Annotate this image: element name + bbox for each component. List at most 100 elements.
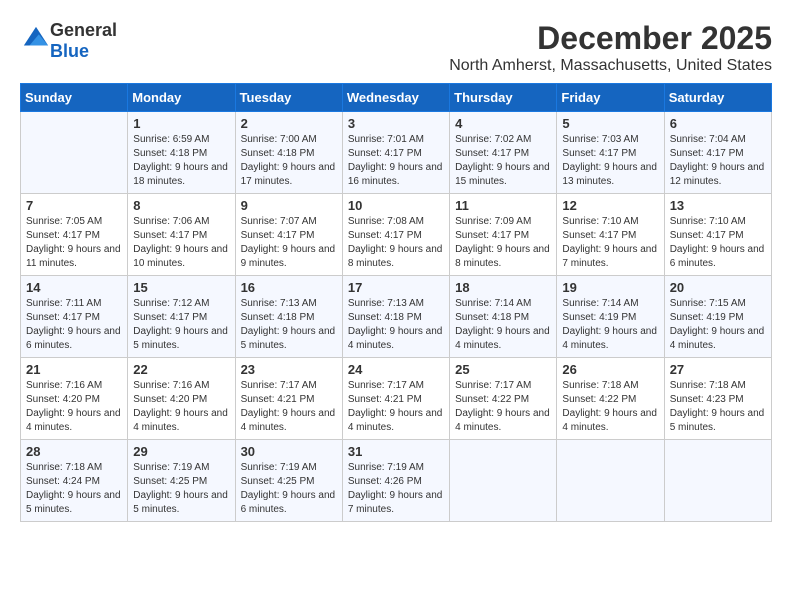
day-info: Sunrise: 7:00 AMSunset: 4:18 PMDaylight:…	[241, 133, 337, 189]
calendar-cell: 23 Sunrise: 7:17 AMSunset: 4:21 PMDayligh…	[235, 358, 342, 440]
day-info: Sunrise: 7:04 AMSunset: 4:17 PMDaylight:…	[670, 133, 766, 189]
day-info: Sunrise: 7:06 AMSunset: 4:17 PMDaylight:…	[133, 215, 229, 271]
calendar-week-3: 14Sunrise: 7:11 AMSunset: 4:17 PMDayligh…	[21, 276, 772, 358]
calendar-cell	[21, 112, 128, 194]
calendar-cell: 5 Sunrise: 7:03 AMSunset: 4:17 PMDaylight…	[557, 112, 664, 194]
weekday-header-friday: Friday	[557, 84, 664, 112]
day-info: Sunrise: 6:59 AMSunset: 4:18 PMDaylight:…	[133, 133, 229, 189]
day-info: Sunrise: 7:19 AMSunset: 4:26 PMDaylight:…	[348, 461, 444, 517]
day-info: Sunrise: 7:16 AMSunset: 4:20 PMDaylight:…	[133, 379, 229, 435]
day-number: 25	[455, 362, 551, 377]
calendar-cell: 22Sunrise: 7:16 AMSunset: 4:20 PMDayligh…	[128, 358, 235, 440]
day-number: 9	[241, 198, 337, 213]
day-info: Sunrise: 7:18 AMSunset: 4:24 PMDaylight:…	[26, 461, 122, 517]
day-info: Sunrise: 7:17 AMSunset: 4:21 PMDaylight:…	[348, 379, 444, 435]
calendar-cell: 15Sunrise: 7:12 AMSunset: 4:17 PMDayligh…	[128, 276, 235, 358]
calendar-cell: 27 Sunrise: 7:18 AMSunset: 4:23 PMDayligh…	[664, 358, 771, 440]
logo: General Blue	[20, 20, 117, 62]
day-number: 10	[348, 198, 444, 213]
day-number: 13	[670, 198, 766, 213]
day-number: 21	[26, 362, 122, 377]
day-number: 31	[348, 444, 444, 459]
logo-general: General	[50, 20, 117, 40]
calendar-cell: 12 Sunrise: 7:10 AMSunset: 4:17 PMDayligh…	[557, 194, 664, 276]
weekday-header-monday: Monday	[128, 84, 235, 112]
calendar-cell: 31 Sunrise: 7:19 AMSunset: 4:26 PMDayligh…	[342, 440, 449, 522]
calendar-cell: 29Sunrise: 7:19 AMSunset: 4:25 PMDayligh…	[128, 440, 235, 522]
calendar-cell: 8 Sunrise: 7:06 AMSunset: 4:17 PMDaylight…	[128, 194, 235, 276]
day-number: 1	[133, 116, 229, 131]
calendar-cell: 4 Sunrise: 7:02 AMSunset: 4:17 PMDaylight…	[450, 112, 557, 194]
day-number: 8	[133, 198, 229, 213]
calendar-week-1: 1 Sunrise: 6:59 AMSunset: 4:18 PMDaylight…	[21, 112, 772, 194]
calendar-cell: 16Sunrise: 7:13 AMSunset: 4:18 PMDayligh…	[235, 276, 342, 358]
day-number: 5	[562, 116, 658, 131]
day-info: Sunrise: 7:14 AMSunset: 4:19 PMDaylight:…	[562, 297, 658, 353]
day-info: Sunrise: 7:07 AMSunset: 4:17 PMDaylight:…	[241, 215, 337, 271]
calendar-cell: 21Sunrise: 7:16 AMSunset: 4:20 PMDayligh…	[21, 358, 128, 440]
weekday-header-saturday: Saturday	[664, 84, 771, 112]
calendar-cell: 6 Sunrise: 7:04 AMSunset: 4:17 PMDaylight…	[664, 112, 771, 194]
calendar-cell: 9 Sunrise: 7:07 AMSunset: 4:17 PMDaylight…	[235, 194, 342, 276]
day-info: Sunrise: 7:14 AMSunset: 4:18 PMDaylight:…	[455, 297, 551, 353]
day-info: Sunrise: 7:18 AMSunset: 4:22 PMDaylight:…	[562, 379, 658, 435]
day-info: Sunrise: 7:13 AMSunset: 4:18 PMDaylight:…	[348, 297, 444, 353]
day-number: 11	[455, 198, 551, 213]
calendar-header-row: SundayMondayTuesdayWednesdayThursdayFrid…	[21, 84, 772, 112]
day-number: 28	[26, 444, 122, 459]
calendar-cell: 25Sunrise: 7:17 AMSunset: 4:22 PMDayligh…	[450, 358, 557, 440]
logo-icon	[22, 25, 50, 53]
calendar-table: SundayMondayTuesdayWednesdayThursdayFrid…	[20, 83, 772, 522]
calendar-week-4: 21 Sunrise: 7:16 AMSunset: 4:20 PMDayligh…	[21, 358, 772, 440]
day-info: Sunrise: 7:02 AMSunset: 4:17 PMDaylight:…	[455, 133, 551, 189]
calendar-cell: 24 Sunrise: 7:17 AMSunset: 4:21 PMDayligh…	[342, 358, 449, 440]
day-info: Sunrise: 7:18 AMSunset: 4:23 PMDaylight:…	[670, 379, 766, 435]
weekday-header-thursday: Thursday	[450, 84, 557, 112]
day-number: 26	[562, 362, 658, 377]
day-number: 4	[455, 116, 551, 131]
day-number: 17	[348, 280, 444, 295]
day-number: 3	[348, 116, 444, 131]
month-title: December 2025	[449, 20, 772, 57]
calendar-cell: 17 Sunrise: 7:13 AMSunset: 4:18 PMDayligh…	[342, 276, 449, 358]
calendar-cell: 1 Sunrise: 6:59 AMSunset: 4:18 PMDaylight…	[128, 112, 235, 194]
day-info: Sunrise: 7:09 AMSunset: 4:17 PMDaylight:…	[455, 215, 551, 271]
day-number: 30	[241, 444, 337, 459]
weekday-header-sunday: Sunday	[21, 84, 128, 112]
calendar-cell: 20Sunrise: 7:15 AMSunset: 4:19 PMDayligh…	[664, 276, 771, 358]
calendar-cell: 19 Sunrise: 7:14 AMSunset: 4:19 PMDayligh…	[557, 276, 664, 358]
calendar-cell: 13Sunrise: 7:10 AMSunset: 4:17 PMDayligh…	[664, 194, 771, 276]
day-info: Sunrise: 7:08 AMSunset: 4:17 PMDaylight:…	[348, 215, 444, 271]
day-number: 19	[562, 280, 658, 295]
calendar-week-2: 7 Sunrise: 7:05 AMSunset: 4:17 PMDaylight…	[21, 194, 772, 276]
day-info: Sunrise: 7:10 AMSunset: 4:17 PMDaylight:…	[562, 215, 658, 271]
day-number: 27	[670, 362, 766, 377]
day-number: 7	[26, 198, 122, 213]
day-info: Sunrise: 7:19 AMSunset: 4:25 PMDaylight:…	[241, 461, 337, 517]
weekday-header-wednesday: Wednesday	[342, 84, 449, 112]
calendar-cell: 18Sunrise: 7:14 AMSunset: 4:18 PMDayligh…	[450, 276, 557, 358]
day-number: 12	[562, 198, 658, 213]
weekday-header-tuesday: Tuesday	[235, 84, 342, 112]
calendar-cell	[557, 440, 664, 522]
calendar-cell: 2Sunrise: 7:00 AMSunset: 4:18 PMDaylight…	[235, 112, 342, 194]
day-info: Sunrise: 7:03 AMSunset: 4:17 PMDaylight:…	[562, 133, 658, 189]
calendar-cell: 28 Sunrise: 7:18 AMSunset: 4:24 PMDayligh…	[21, 440, 128, 522]
day-info: Sunrise: 7:17 AMSunset: 4:21 PMDaylight:…	[241, 379, 337, 435]
logo-blue: Blue	[50, 41, 89, 61]
page-header: General Blue December 2025 North Amherst…	[20, 20, 772, 75]
day-info: Sunrise: 7:13 AMSunset: 4:18 PMDaylight:…	[241, 297, 337, 353]
calendar-cell	[450, 440, 557, 522]
day-number: 6	[670, 116, 766, 131]
day-number: 14	[26, 280, 122, 295]
calendar-cell: 26 Sunrise: 7:18 AMSunset: 4:22 PMDayligh…	[557, 358, 664, 440]
calendar-cell: 3Sunrise: 7:01 AMSunset: 4:17 PMDaylight…	[342, 112, 449, 194]
calendar-cell: 10 Sunrise: 7:08 AMSunset: 4:17 PMDayligh…	[342, 194, 449, 276]
calendar-cell: 11 Sunrise: 7:09 AMSunset: 4:17 PMDayligh…	[450, 194, 557, 276]
calendar-cell: 7 Sunrise: 7:05 AMSunset: 4:17 PMDaylight…	[21, 194, 128, 276]
day-number: 24	[348, 362, 444, 377]
day-number: 23	[241, 362, 337, 377]
calendar-cell	[664, 440, 771, 522]
day-info: Sunrise: 7:05 AMSunset: 4:17 PMDaylight:…	[26, 215, 122, 271]
day-info: Sunrise: 7:15 AMSunset: 4:19 PMDaylight:…	[670, 297, 766, 353]
